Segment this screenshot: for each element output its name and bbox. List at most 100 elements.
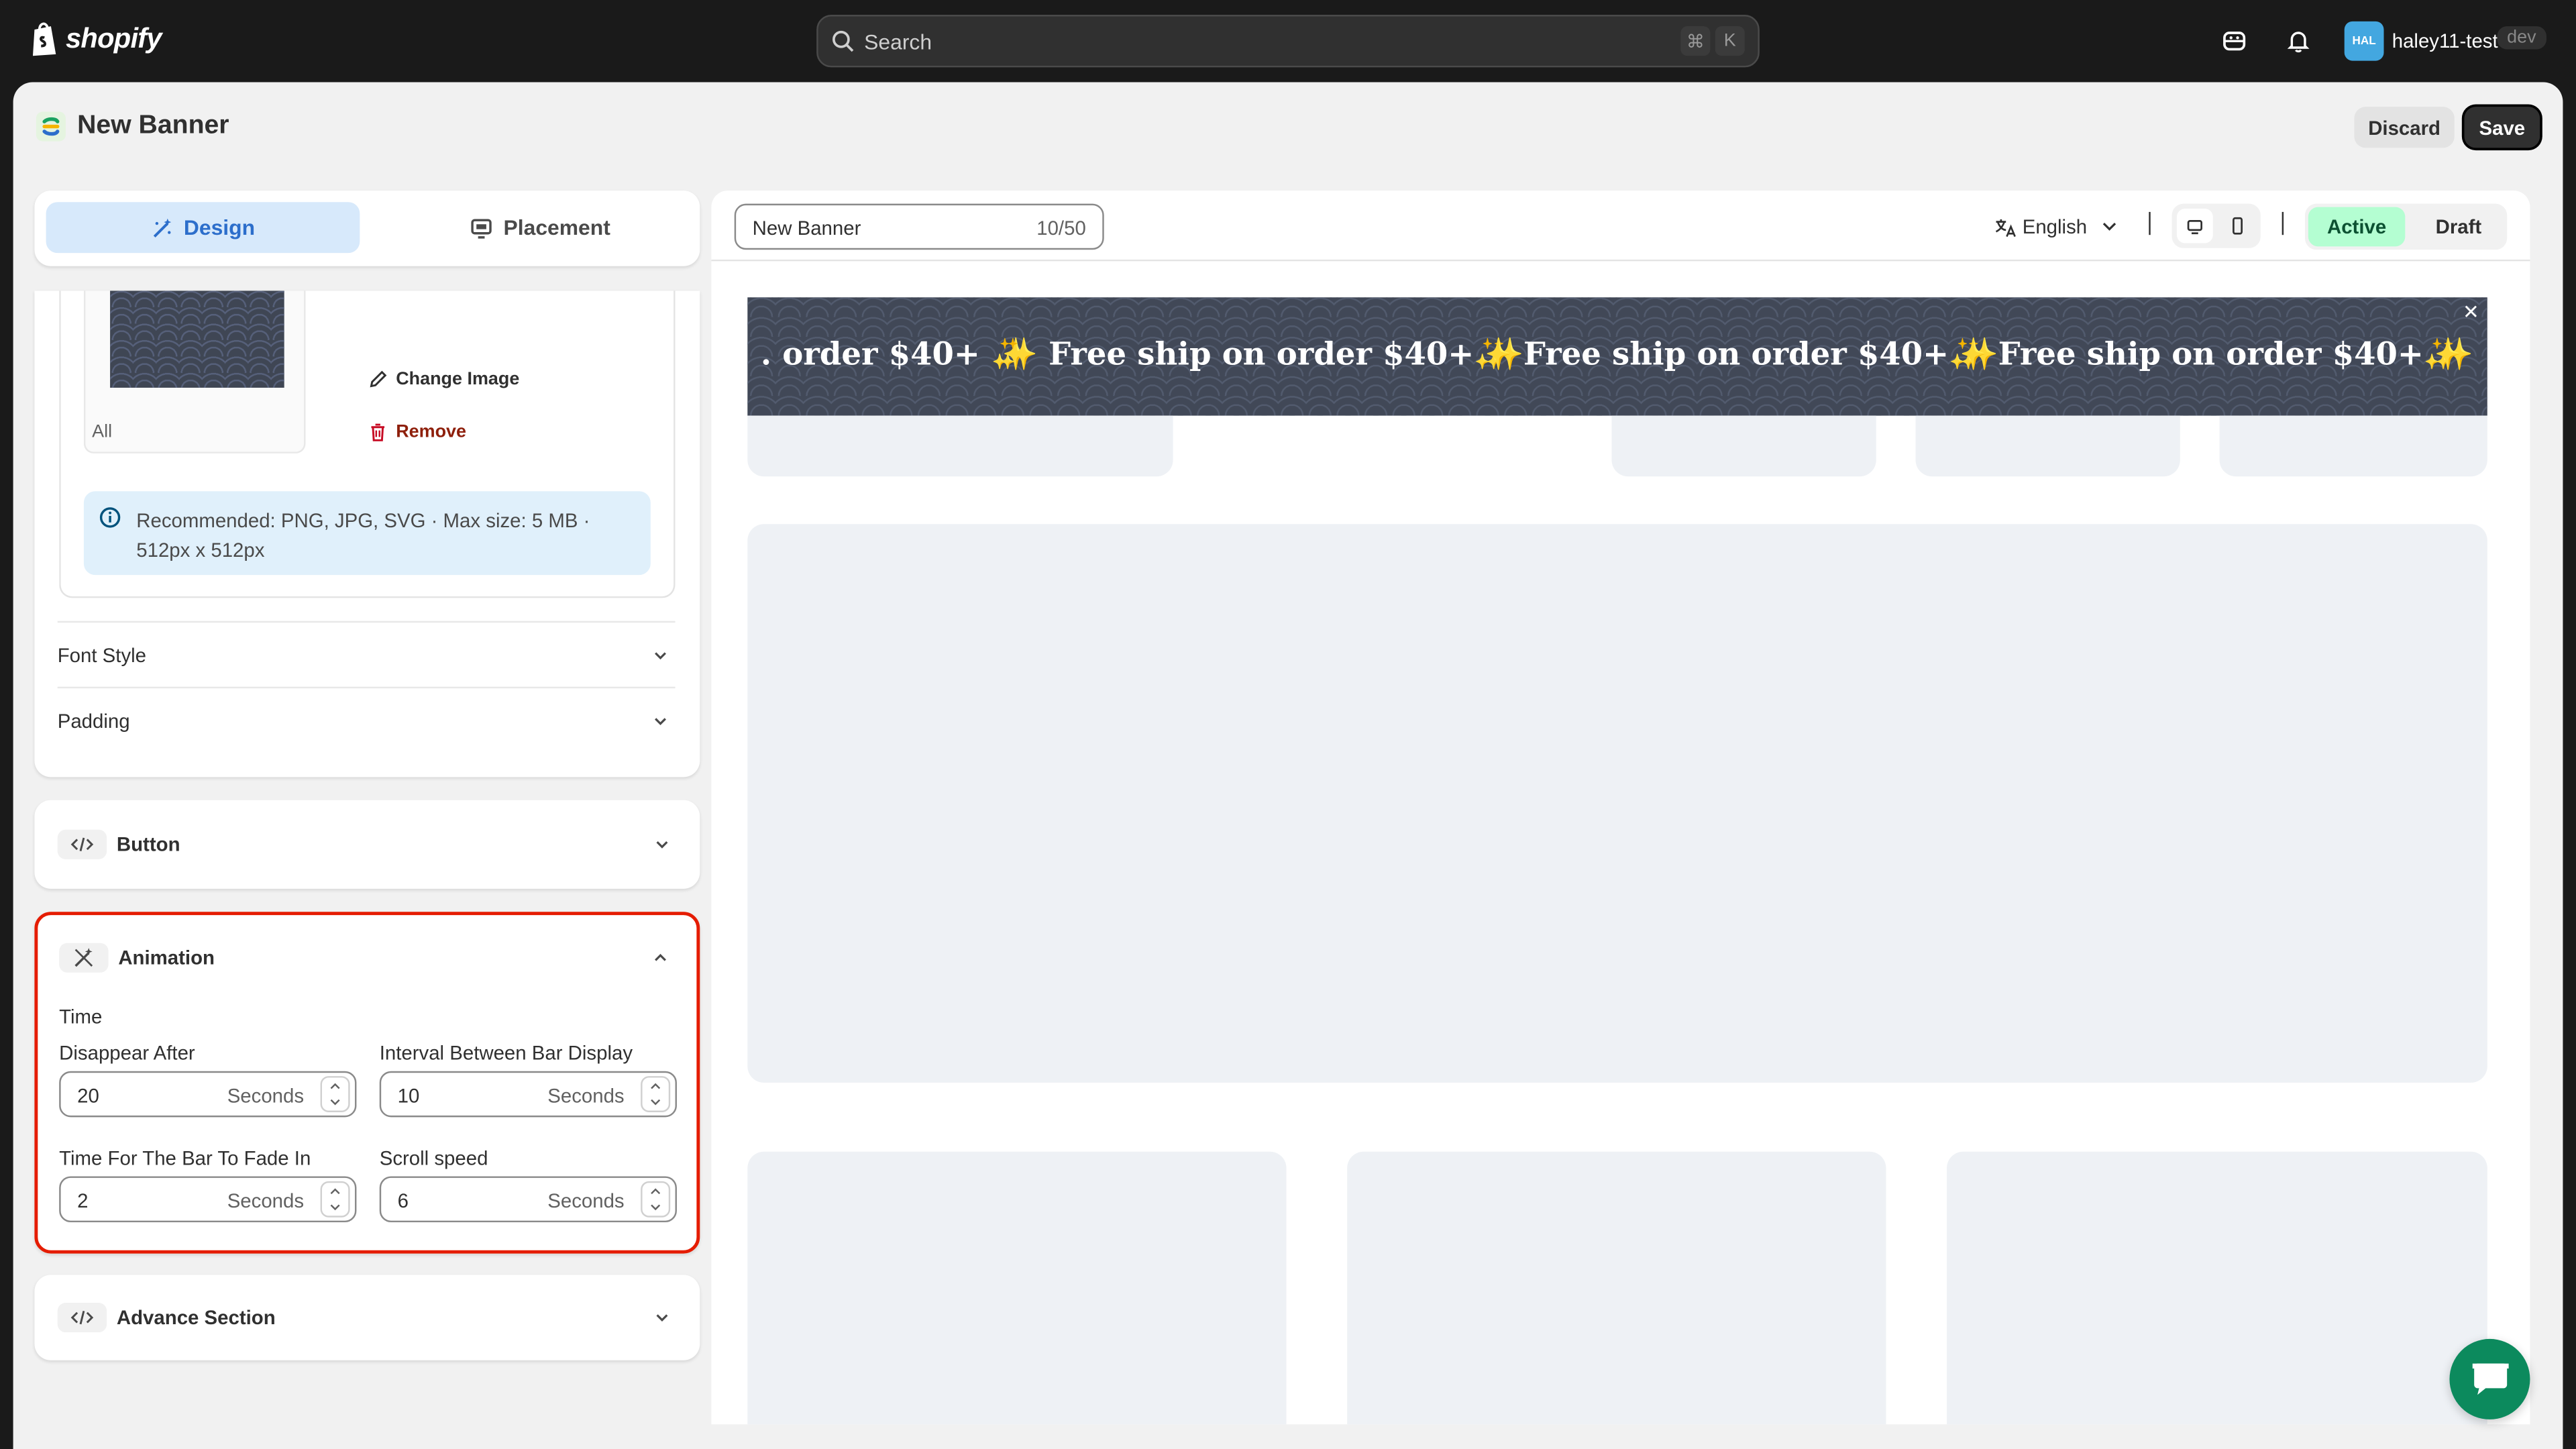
animation-section-title: Animation xyxy=(118,946,215,969)
font-style-toggle[interactable]: Font Style xyxy=(58,644,676,667)
desktop-view-button[interactable] xyxy=(2176,209,2213,244)
skeleton-block xyxy=(1915,415,2180,477)
page-container: New Banner Discard Save Design Placement… xyxy=(13,82,2563,1449)
banner-text-segment: ✨ Free ship on order $40+ ✨ xyxy=(1473,337,1999,373)
tab-placement[interactable]: Placement xyxy=(383,202,698,253)
language-selector[interactable]: English xyxy=(1994,215,2120,238)
change-image-button[interactable]: Change Image xyxy=(368,370,520,390)
fade-in-input[interactable]: 2 Seconds xyxy=(59,1176,357,1223)
desktop-icon xyxy=(2187,219,2203,233)
store-name[interactable]: haley11-test xyxy=(2392,30,2498,52)
tab-design[interactable]: Design xyxy=(46,202,360,254)
magic-wand-icon xyxy=(153,217,171,237)
skeleton-block xyxy=(747,415,1173,477)
dev-badge: dev xyxy=(2497,26,2546,50)
tabs-card: Design Placement xyxy=(34,191,700,266)
save-button[interactable]: Save xyxy=(2464,107,2540,148)
skeleton-card xyxy=(1947,1151,2487,1425)
status-toggle: Active Draft xyxy=(2304,203,2508,250)
chevron-up-icon[interactable] xyxy=(649,1186,662,1196)
cube-icon[interactable] xyxy=(2214,21,2254,61)
code-icon xyxy=(57,829,107,859)
design-settings-card: All Change Image Remove Recommended: PNG… xyxy=(34,290,700,777)
field-unit: Seconds xyxy=(227,1189,305,1213)
status-draft-button[interactable]: Draft xyxy=(2414,207,2504,247)
field-value: 20 xyxy=(77,1084,99,1108)
button-section-title: Button xyxy=(116,833,180,856)
language-label: English xyxy=(2022,215,2088,239)
chevron-up-icon[interactable] xyxy=(329,1186,342,1196)
magic-wand-icon xyxy=(59,943,109,973)
banner-name-input[interactable]: New Banner 10/50 xyxy=(734,203,1104,250)
field-unit: Seconds xyxy=(547,1084,625,1108)
interval-input[interactable]: 10 Seconds xyxy=(379,1071,677,1118)
app-root: shopify Search ⌘ K HAL haley11-test dev … xyxy=(0,0,2576,1449)
disappear-after-input[interactable]: 20 Seconds xyxy=(59,1071,357,1118)
page-title: New Banner xyxy=(77,111,229,140)
change-image-label: Change Image xyxy=(396,370,520,390)
remove-image-button[interactable]: Remove xyxy=(368,422,466,442)
chat-button[interactable] xyxy=(2449,1338,2530,1419)
number-stepper[interactable] xyxy=(641,1076,671,1112)
banner-name-value: New Banner xyxy=(752,217,861,240)
animation-section-card: Animation Time Disappear After 20 Second… xyxy=(34,912,700,1254)
status-active-button[interactable]: Active xyxy=(2308,207,2406,247)
chevron-down-icon xyxy=(2103,222,2117,231)
edit-pencil-icon xyxy=(370,370,387,388)
search-icon xyxy=(833,30,854,52)
field-value: 10 xyxy=(397,1084,420,1108)
search-placeholder: Search xyxy=(864,28,932,54)
number-stepper[interactable] xyxy=(320,1181,350,1218)
font-style-label: Font Style xyxy=(57,644,147,667)
advance-section-card[interactable]: Advance Section xyxy=(34,1275,700,1360)
monitor-icon xyxy=(472,218,492,238)
animation-section-header[interactable]: Animation xyxy=(59,943,215,973)
chevron-down-icon[interactable] xyxy=(649,1203,662,1213)
skeleton-block xyxy=(1611,415,1876,477)
interval-label: Interval Between Bar Display xyxy=(379,1041,633,1065)
chevron-down-icon[interactable] xyxy=(329,1097,342,1108)
discard-button[interactable]: Discard xyxy=(2354,107,2455,148)
chevron-down-icon xyxy=(656,841,668,849)
banner-text-segment: ✨ Free ship on order $40+ ✨ xyxy=(998,337,1524,373)
banner-text-segment: ✨ Free ship on order $40+ ✨ xyxy=(1948,337,2473,373)
trash-icon xyxy=(371,423,385,441)
padding-toggle[interactable]: Padding xyxy=(58,710,676,733)
advance-section-header: Advance Section xyxy=(57,1303,276,1333)
thumb-label: All xyxy=(92,422,113,442)
advance-section-title: Advance Section xyxy=(116,1305,276,1330)
avatar[interactable]: HAL xyxy=(2344,21,2384,61)
chevron-up-icon[interactable] xyxy=(649,1081,662,1091)
banner-marquee: . order $40+ ✨ ✨ Free ship on order $40+… xyxy=(761,335,2473,373)
separator xyxy=(2282,211,2284,235)
close-icon[interactable]: ✕ xyxy=(2461,303,2481,322)
skeleton-card xyxy=(1347,1151,1886,1425)
shopify-logo-icon xyxy=(32,22,56,56)
preview-toolbar: New Banner 10/50 English Active Draft xyxy=(711,191,2530,262)
preview-canvas: . order $40+ ✨ ✨ Free ship on order $40+… xyxy=(711,261,2530,1425)
chevron-down-icon xyxy=(656,1314,668,1322)
separator xyxy=(2149,211,2151,235)
announcement-bar-preview: . order $40+ ✨ ✨ Free ship on order $40+… xyxy=(747,297,2487,416)
top-bar: shopify Search ⌘ K HAL haley11-test dev xyxy=(0,0,2576,83)
chevron-up-icon[interactable] xyxy=(329,1081,342,1091)
shortcut-k-key: K xyxy=(1715,26,1745,56)
info-banner: Recommended: PNG, JPG, SVG · Max size: 5… xyxy=(83,491,651,576)
device-toggle xyxy=(2171,203,2261,248)
scroll-speed-input[interactable]: 6 Seconds xyxy=(379,1176,677,1223)
tab-design-label: Design xyxy=(183,215,256,240)
number-stepper[interactable] xyxy=(320,1076,350,1112)
banner-text-segment: . order $40+ ✨ xyxy=(760,337,1030,373)
mobile-view-button[interactable] xyxy=(2220,209,2256,243)
scroll-speed-label: Scroll speed xyxy=(379,1146,488,1170)
search-bar[interactable]: Search ⌘ K xyxy=(816,15,1760,68)
bell-icon[interactable] xyxy=(2279,21,2318,61)
chevron-up-icon[interactable] xyxy=(652,950,668,966)
shopify-logo[interactable]: shopify xyxy=(30,21,162,58)
button-section-card[interactable]: Button xyxy=(34,800,700,889)
chevron-down-icon[interactable] xyxy=(649,1097,662,1108)
image-thumbnail-tile[interactable]: All xyxy=(83,290,306,453)
logo-wordmark: shopify xyxy=(65,23,162,54)
chevron-down-icon[interactable] xyxy=(329,1203,342,1213)
number-stepper[interactable] xyxy=(641,1181,671,1218)
